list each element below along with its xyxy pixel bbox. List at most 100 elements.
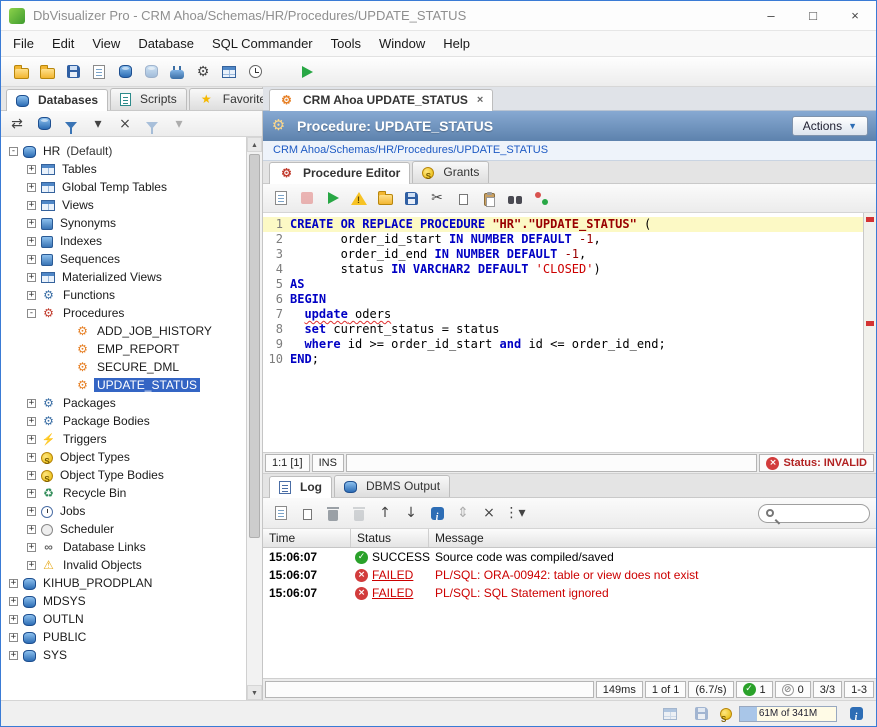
tree-item[interactable]: + KIHUB_PRODPLAN xyxy=(5,574,246,592)
actions-button[interactable]: Actions ▼ xyxy=(792,116,868,136)
connect-icon[interactable] xyxy=(32,112,56,136)
tree-item[interactable]: + PUBLIC xyxy=(5,628,246,646)
column-header-time[interactable]: Time xyxy=(263,529,351,547)
grid-status-icon[interactable] xyxy=(658,702,682,726)
panel-tab[interactable]: Scripts xyxy=(110,88,187,110)
scroll-thumb[interactable] xyxy=(249,154,260,538)
clear-filter-icon[interactable]: × xyxy=(113,112,137,136)
tree-item[interactable]: + Materialized Views xyxy=(5,268,246,286)
search-input[interactable] xyxy=(779,506,863,520)
log-row[interactable]: 15:06:07 ✓SUCCESS Source code was compil… xyxy=(263,548,876,566)
tree-item[interactable]: + MDSYS xyxy=(5,592,246,610)
export-icon[interactable] xyxy=(87,60,111,84)
tree-toggle[interactable]: + xyxy=(27,561,36,570)
find-icon[interactable] xyxy=(503,186,527,210)
column-header-message[interactable]: Message xyxy=(429,529,876,547)
tree-toggle[interactable]: + xyxy=(27,165,36,174)
tree-toggle[interactable]: + xyxy=(27,471,36,480)
menu-item[interactable]: SQL Commander xyxy=(204,33,321,54)
tree-toggle[interactable]: + xyxy=(27,291,36,300)
menu-item[interactable]: Help xyxy=(435,33,478,54)
scheduler-icon[interactable] xyxy=(243,60,267,84)
tree-toggle[interactable]: + xyxy=(27,489,36,498)
log-tab[interactable]: Log xyxy=(269,476,332,498)
menu-item[interactable]: Window xyxy=(371,33,433,54)
tree-toggle[interactable]: + xyxy=(27,507,36,516)
memory-gauge[interactable]: 61M of 341M xyxy=(739,706,837,722)
tree-item[interactable]: + Recycle Bin xyxy=(5,484,246,502)
tree-item[interactable]: + Object Types xyxy=(5,448,246,466)
gc-icon[interactable] xyxy=(844,702,868,726)
log-search[interactable] xyxy=(758,504,870,523)
tree-toggle[interactable]: + xyxy=(27,453,36,462)
scroll-down-icon[interactable]: ▼ xyxy=(247,685,262,700)
database-tree[interactable]: - HR (Default) + Tables xyxy=(1,137,246,700)
tree-item[interactable]: + OUTLN xyxy=(5,610,246,628)
clear-log-icon[interactable] xyxy=(347,501,371,525)
tree-item[interactable]: + Global Temp Tables xyxy=(5,178,246,196)
tree-item[interactable]: + Sequences xyxy=(5,250,246,268)
tree-item[interactable]: + Invalid Objects xyxy=(5,556,246,574)
log-options-icon[interactable]: ⋮▾ xyxy=(503,501,527,525)
open-icon[interactable] xyxy=(373,186,397,210)
paste-icon[interactable] xyxy=(477,186,501,210)
tree-item[interactable]: + Synonyms xyxy=(5,214,246,232)
tree-item[interactable]: + Packages xyxy=(5,394,246,412)
copy-log-icon[interactable] xyxy=(295,501,319,525)
tree-toggle[interactable]: + xyxy=(9,579,18,588)
add-connection-icon[interactable] xyxy=(165,60,189,84)
maximize-button[interactable]: □ xyxy=(792,1,834,30)
tree-item[interactable]: + Jobs xyxy=(5,502,246,520)
tree-toggle[interactable]: + xyxy=(27,255,36,264)
copy-icon[interactable] xyxy=(451,186,475,210)
log-tab[interactable]: DBMS Output xyxy=(334,475,450,497)
filter-edit-icon[interactable] xyxy=(140,112,164,136)
error-marker[interactable] xyxy=(866,321,874,326)
scroll-top-icon[interactable]: ↑ xyxy=(373,501,397,525)
menu-item[interactable]: Database xyxy=(130,33,202,54)
tree-options-icon[interactable]: ▾ xyxy=(167,112,191,136)
tree-item[interactable]: - HR (Default) xyxy=(5,142,246,160)
filter-caret-icon[interactable]: ▾ xyxy=(86,112,110,136)
panel-tab[interactable]: Databases xyxy=(6,89,108,111)
tree-item[interactable]: + Scheduler xyxy=(5,520,246,538)
stop-icon[interactable] xyxy=(295,186,319,210)
tree-item[interactable]: + SYS xyxy=(5,646,246,664)
tree-toggle[interactable]: + xyxy=(27,543,36,552)
tree-item[interactable]: + Tables xyxy=(5,160,246,178)
open-bookmark-icon[interactable] xyxy=(9,60,33,84)
tree-item[interactable]: + Database Links xyxy=(5,538,246,556)
tree-item[interactable]: + Views xyxy=(5,196,246,214)
tree-item[interactable]: SECURE_DML xyxy=(5,358,246,376)
tab-close-icon[interactable]: × xyxy=(477,94,483,106)
table-data-icon[interactable] xyxy=(217,60,241,84)
editor-tab[interactable]: Procedure Editor xyxy=(269,162,410,184)
tail-log-icon[interactable] xyxy=(425,501,449,525)
driver-manager-icon[interactable]: ⚙ xyxy=(191,60,215,84)
delete-entry-icon[interactable] xyxy=(321,501,345,525)
execute-icon[interactable] xyxy=(321,186,345,210)
tree-item[interactable]: UPDATE_STATUS xyxy=(5,376,246,394)
save-icon[interactable] xyxy=(399,186,423,210)
disconnect-db-icon[interactable] xyxy=(139,60,163,84)
tree-toggle[interactable]: + xyxy=(9,615,18,624)
menu-item[interactable]: View xyxy=(84,33,128,54)
new-editor-icon[interactable] xyxy=(269,186,293,210)
compile-warning-icon[interactable] xyxy=(347,186,371,210)
tree-toggle[interactable]: + xyxy=(27,237,36,246)
compare-icon[interactable] xyxy=(529,186,553,210)
scroll-up-icon[interactable]: ▲ xyxy=(247,137,262,152)
log-row[interactable]: 15:06:07 ×FAILED PL/SQL: SQL Statement i… xyxy=(263,584,876,602)
tree-toggle[interactable]: + xyxy=(9,597,18,606)
error-stripe[interactable] xyxy=(863,213,876,452)
tree-toggle[interactable]: + xyxy=(27,201,36,210)
tree-item[interactable]: + Indexes xyxy=(5,232,246,250)
code-area[interactable]: 1CREATE OR REPLACE PROCEDURE "HR"."UPDAT… xyxy=(263,213,863,452)
tree-toggle[interactable]: + xyxy=(27,219,36,228)
menu-item[interactable]: Tools xyxy=(323,33,369,54)
tree-item[interactable]: ADD_JOB_HISTORY xyxy=(5,322,246,340)
menu-item[interactable]: Edit xyxy=(44,33,82,54)
save-status-icon[interactable] xyxy=(689,702,713,726)
tree-item[interactable]: + Functions xyxy=(5,286,246,304)
filter-icon[interactable] xyxy=(59,112,83,136)
